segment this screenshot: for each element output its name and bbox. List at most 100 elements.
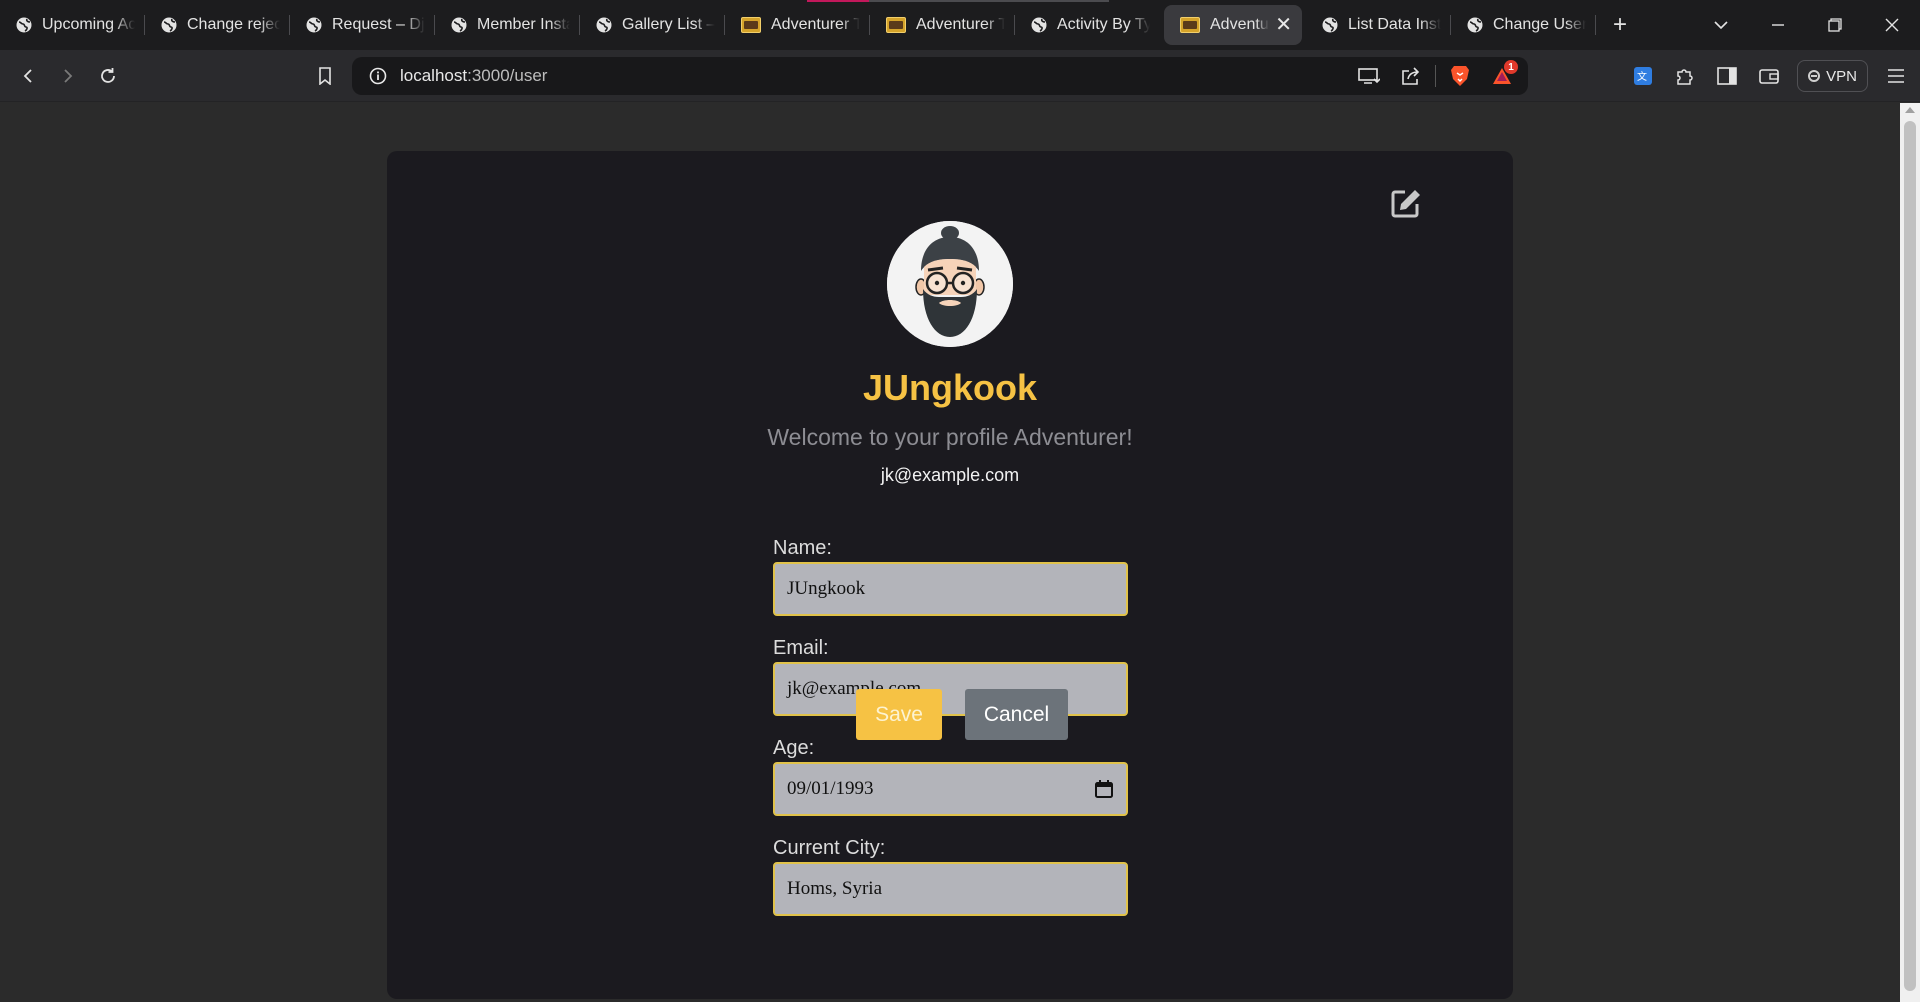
- tab-title: List Data Insta: [1348, 16, 1441, 33]
- reload-button[interactable]: [88, 56, 128, 96]
- tab-member-insta[interactable]: Member Insta: [435, 5, 580, 45]
- tab-title: Request – Dja: [332, 16, 425, 33]
- name-label: Name:: [773, 537, 832, 559]
- tab-title: Adventurer To: [916, 16, 1005, 33]
- globe-icon: [161, 17, 177, 33]
- cancel-button[interactable]: Cancel: [965, 689, 1068, 740]
- close-icon: [1885, 18, 1898, 32]
- bookmark-icon: [319, 67, 331, 85]
- tab-upcoming[interactable]: Upcoming Ac: [0, 5, 145, 45]
- share-button[interactable]: [1391, 57, 1431, 95]
- tab-change-reject[interactable]: Change reject: [145, 5, 290, 45]
- save-button[interactable]: Save: [856, 689, 942, 740]
- close-window-button[interactable]: [1863, 0, 1920, 50]
- url-text: localhost:3000/user: [400, 66, 547, 86]
- scroll-thumb[interactable]: [1904, 121, 1916, 991]
- brave-shields-button[interactable]: [1440, 57, 1480, 95]
- vpn-status-icon: [1808, 70, 1821, 82]
- extensions-button[interactable]: [1665, 56, 1705, 96]
- address-bar-actions: 1: [1349, 57, 1522, 95]
- profile-username: JUngkook: [862, 367, 1038, 408]
- minimize-button[interactable]: [1749, 0, 1806, 50]
- city-label: Current City:: [773, 837, 886, 859]
- tab-list-data[interactable]: List Data Insta: [1306, 5, 1451, 45]
- brave-rewards-button[interactable]: 1: [1482, 57, 1522, 95]
- wallet-button[interactable]: [1749, 56, 1789, 96]
- url-host: localhost: [400, 66, 468, 85]
- avatar: [887, 221, 1013, 347]
- page-scrollbar[interactable]: [1900, 103, 1920, 1002]
- age-value: 09/01/1993: [787, 778, 874, 799]
- name-input[interactable]: JUngkook: [773, 562, 1128, 616]
- app-icon: [741, 17, 761, 33]
- bookmark-button[interactable]: [305, 56, 345, 96]
- tab-title: Adventurer To: [771, 16, 860, 33]
- hamburger-menu-icon: [1888, 69, 1904, 83]
- profile-card: JUngkook Welcome to your profile Adventu…: [387, 151, 1513, 999]
- tab-close-icon[interactable]: ✕: [1275, 15, 1292, 35]
- welcome-message: Welcome to your profile Adventurer!: [767, 424, 1133, 450]
- globe-icon: [1322, 17, 1338, 33]
- name-value: JUngkook: [787, 578, 866, 599]
- new-tab-button[interactable]: +: [1600, 5, 1640, 45]
- app-icon: [1180, 17, 1200, 33]
- globe-icon: [1467, 17, 1483, 33]
- age-label: Age:: [773, 737, 815, 759]
- globe-icon: [1031, 17, 1047, 33]
- url-path: :3000/user: [467, 66, 548, 85]
- tab-group-line: [869, 0, 1109, 2]
- email-label: Email:: [773, 637, 829, 659]
- separator: [1435, 65, 1436, 87]
- globe-icon: [16, 17, 32, 33]
- email-input[interactable]: jk@example.com: [773, 662, 1128, 716]
- vpn-label: VPN: [1826, 67, 1857, 85]
- tab-search-button[interactable]: [1692, 0, 1749, 50]
- menu-button[interactable]: [1876, 56, 1916, 96]
- tab-gallery-list[interactable]: Gallery List –: [580, 5, 725, 45]
- translate-icon: 文: [1634, 67, 1653, 85]
- edit-icon: [1391, 190, 1420, 218]
- address-bar[interactable]: localhost:3000/user 1: [352, 57, 1528, 95]
- tab-activity-by-type[interactable]: Activity By Ty: [1015, 5, 1160, 45]
- tab-loading-indicator: [807, 0, 869, 2]
- cast-button[interactable]: [1349, 57, 1389, 95]
- tab-adventurer-active[interactable]: Adventur ✕: [1164, 5, 1302, 45]
- site-info-button[interactable]: [360, 57, 396, 95]
- browser-toolbar: localhost:3000/user 1 文 VPN: [0, 50, 1920, 102]
- edit-profile-button[interactable]: [1389, 185, 1425, 221]
- wallet-icon: [1759, 69, 1779, 84]
- tab-adventurer-2[interactable]: Adventurer To: [870, 5, 1015, 45]
- age-date-input[interactable]: 09/01/1993: [773, 762, 1128, 816]
- globe-icon: [596, 17, 612, 33]
- translate-button[interactable]: 文: [1623, 56, 1663, 96]
- back-button[interactable]: [8, 56, 48, 96]
- notification-badge: 1: [1504, 60, 1518, 74]
- tab-strip: Upcoming Ac Change reject Request – Dja …: [0, 0, 1920, 50]
- sidebar-icon: [1717, 67, 1737, 85]
- chevron-down-icon: [1713, 21, 1728, 30]
- tab-list: Upcoming Ac Change reject Request – Dja …: [0, 0, 1640, 50]
- globe-icon: [451, 17, 467, 33]
- sidebar-button[interactable]: [1707, 56, 1747, 96]
- city-value: Homs, Syria: [787, 878, 882, 899]
- page-viewport: JUngkook Welcome to your profile Adventu…: [0, 103, 1900, 1002]
- tab-adventurer-1[interactable]: Adventurer To: [725, 5, 870, 45]
- app-icon: [886, 17, 906, 33]
- share-icon: [1402, 67, 1420, 85]
- toolbar-right: 文 VPN: [1623, 56, 1920, 96]
- forward-arrow-icon: [64, 68, 73, 83]
- scroll-up-arrow-icon[interactable]: [1905, 107, 1915, 113]
- profile-form: Name: JUngkook Email: jk@example.com Age…: [773, 536, 1128, 936]
- calendar-icon[interactable]: [1094, 779, 1114, 799]
- tab-title: Change reject: [187, 16, 280, 33]
- city-input[interactable]: Homs, Syria: [773, 862, 1128, 916]
- brave-lion-icon: [1451, 66, 1469, 86]
- tab-request[interactable]: Request – Dja: [290, 5, 435, 45]
- tab-title: Adventur: [1210, 16, 1270, 33]
- vpn-button[interactable]: VPN: [1797, 60, 1868, 92]
- puzzle-icon: [1677, 69, 1693, 85]
- tab-change-users[interactable]: Change Users: [1451, 5, 1596, 45]
- cast-icon: [1358, 68, 1380, 84]
- forward-button[interactable]: [48, 56, 88, 96]
- restore-button[interactable]: [1806, 0, 1863, 50]
